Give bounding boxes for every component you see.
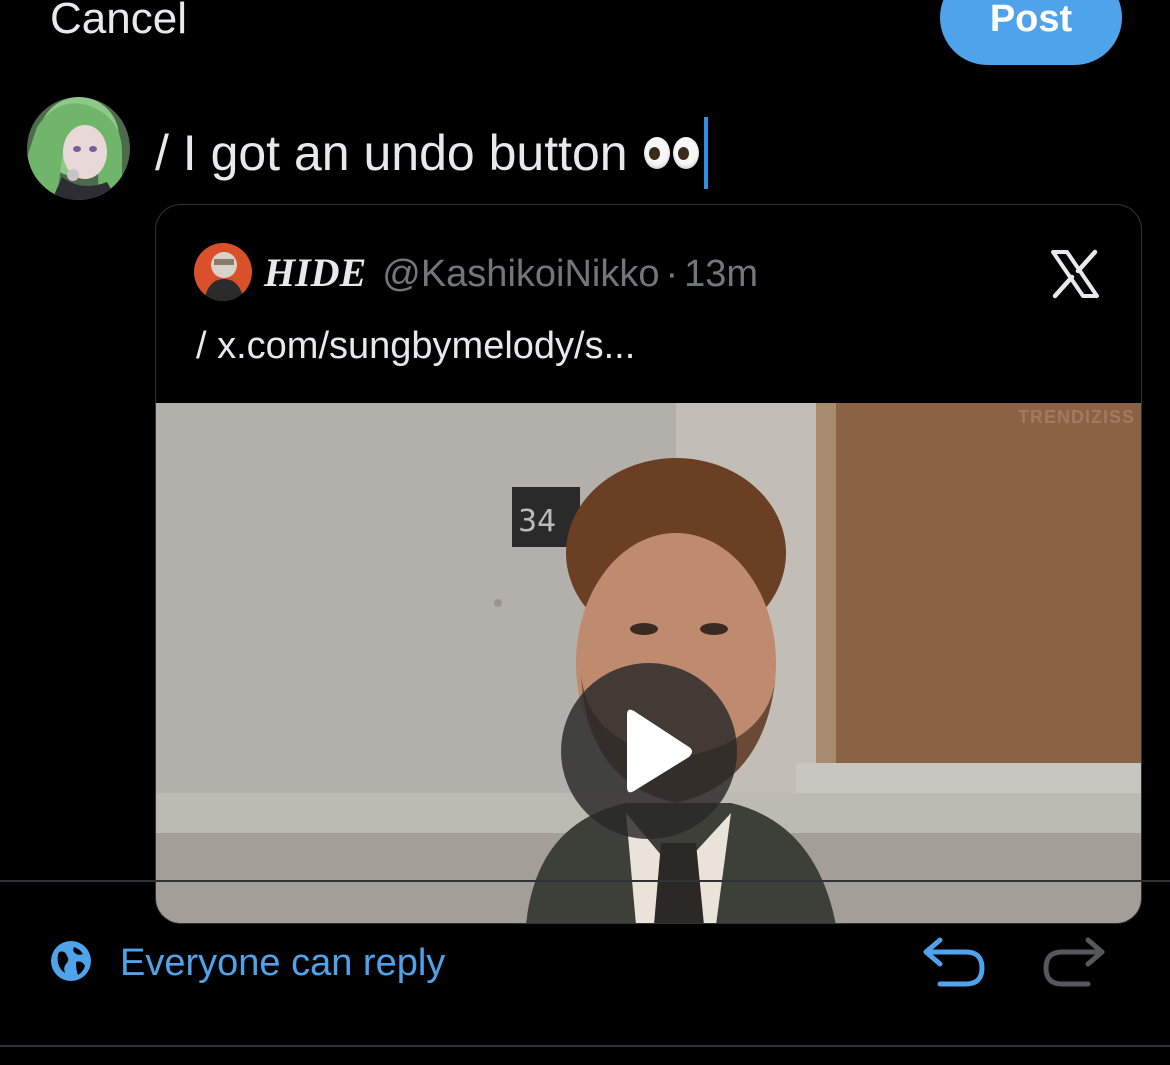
media-watermark: TRENDIZISS xyxy=(1017,407,1135,427)
compose-input[interactable]: / I got an undo button xyxy=(155,117,708,189)
separator-dot: · xyxy=(665,253,679,295)
text-caret xyxy=(703,117,708,189)
cancel-button[interactable]: Cancel xyxy=(50,0,187,44)
video-thumbnail[interactable]: 34 TRENDIZISS xyxy=(156,403,1141,923)
x-logo-icon[interactable] xyxy=(1049,248,1101,300)
reply-setting-label: Everyone can reply xyxy=(120,942,446,984)
eyes-emoji-icon xyxy=(643,137,702,169)
toolbar-divider xyxy=(0,880,1170,882)
quoted-author-avatar[interactable] xyxy=(194,243,252,301)
reply-setting-button[interactable]: Everyone can reply xyxy=(50,940,445,987)
quoted-timestamp: 13m xyxy=(684,253,759,295)
room-sign-number: 34 xyxy=(518,504,556,539)
undo-icon[interactable] xyxy=(918,930,988,990)
bottom-divider xyxy=(0,1045,1170,1047)
compose-screen: Cancel Post / I got an undo button HIDE … xyxy=(0,0,1170,1065)
globe-icon xyxy=(50,940,92,987)
play-icon[interactable] xyxy=(561,663,737,839)
user-avatar[interactable] xyxy=(27,97,130,200)
quoted-display-name[interactable]: HIDE xyxy=(264,249,366,296)
quoted-post-card[interactable]: HIDE @KashikoiNikko · 13m / x.com/sungby… xyxy=(155,204,1142,924)
quoted-post-header: HIDE @KashikoiNikko · 13m xyxy=(264,249,758,296)
quoted-handle[interactable]: @KashikoiNikko xyxy=(382,253,659,296)
post-button[interactable]: Post xyxy=(940,0,1122,65)
redo-icon[interactable] xyxy=(1040,930,1110,990)
quoted-post-text[interactable]: / x.com/sungbymelody/s... xyxy=(196,325,635,368)
compose-text-value: / I got an undo button xyxy=(155,125,628,181)
